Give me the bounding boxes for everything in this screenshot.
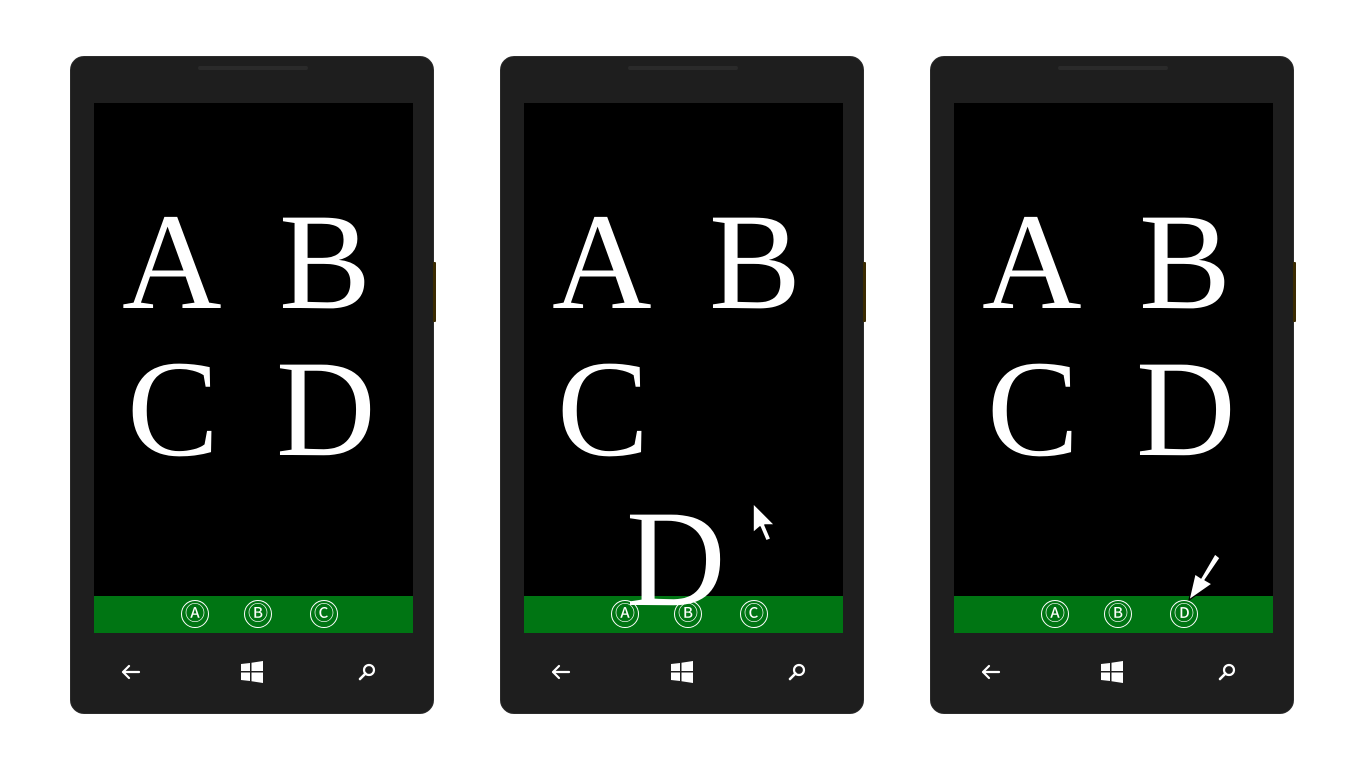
phone-screen-1: A B C D Ⓐ Ⓑ Ⓒ [94,103,413,633]
windows-logo-icon[interactable] [1097,657,1127,687]
tile-letter-a[interactable]: A [122,193,222,331]
hardware-nav-bar [524,647,843,697]
back-arrow-icon[interactable] [116,657,146,687]
appbar-item-a[interactable]: Ⓐ [1041,600,1069,628]
phone-frame-3: A B C D Ⓐ Ⓑ Ⓓ [930,56,1296,714]
mouse-pointer-icon [750,500,780,555]
hardware-nav-bar [94,647,413,697]
phone-frame-1: A B C D Ⓐ Ⓑ Ⓒ [70,56,436,714]
tile-letter-b[interactable]: B [1139,193,1231,331]
search-icon[interactable] [352,657,382,687]
search-icon[interactable] [1212,657,1242,687]
dragging-letter-d[interactable]: D [626,490,726,628]
side-button [433,262,436,322]
speaker-grille [1058,66,1168,70]
app-bar: Ⓐ Ⓑ Ⓒ [94,596,413,633]
back-arrow-icon[interactable] [546,657,576,687]
appbar-item-b[interactable]: Ⓑ [244,600,272,628]
windows-logo-icon[interactable] [237,657,267,687]
tile-letter-d[interactable]: D [276,340,376,478]
speaker-grille [628,66,738,70]
phone-screen-3: A B C D Ⓐ Ⓑ Ⓓ [954,103,1273,633]
appbar-item-c[interactable]: Ⓒ [310,600,338,628]
hardware-nav-bar [954,647,1273,697]
search-icon[interactable] [782,657,812,687]
tile-letter-b[interactable]: B [709,193,801,331]
speaker-grille [198,66,308,70]
tile-letter-c[interactable]: C [557,340,649,478]
drop-arrow-icon [1185,550,1225,611]
side-button [1293,262,1296,322]
windows-logo-icon[interactable] [667,657,697,687]
app-bar: Ⓐ Ⓑ Ⓓ [954,596,1273,633]
back-arrow-icon[interactable] [976,657,1006,687]
tile-letter-a[interactable]: A [982,193,1082,331]
tile-letter-d[interactable]: D [1136,340,1236,478]
tile-letter-a[interactable]: A [552,193,652,331]
appbar-item-a[interactable]: Ⓐ [181,600,209,628]
appbar-item-b[interactable]: Ⓑ [1104,600,1132,628]
tile-letter-c[interactable]: C [127,340,219,478]
side-button [863,262,866,322]
tile-letter-b[interactable]: B [279,193,371,331]
tile-letter-c[interactable]: C [987,340,1079,478]
appbar-item-c[interactable]: Ⓒ [740,600,768,628]
